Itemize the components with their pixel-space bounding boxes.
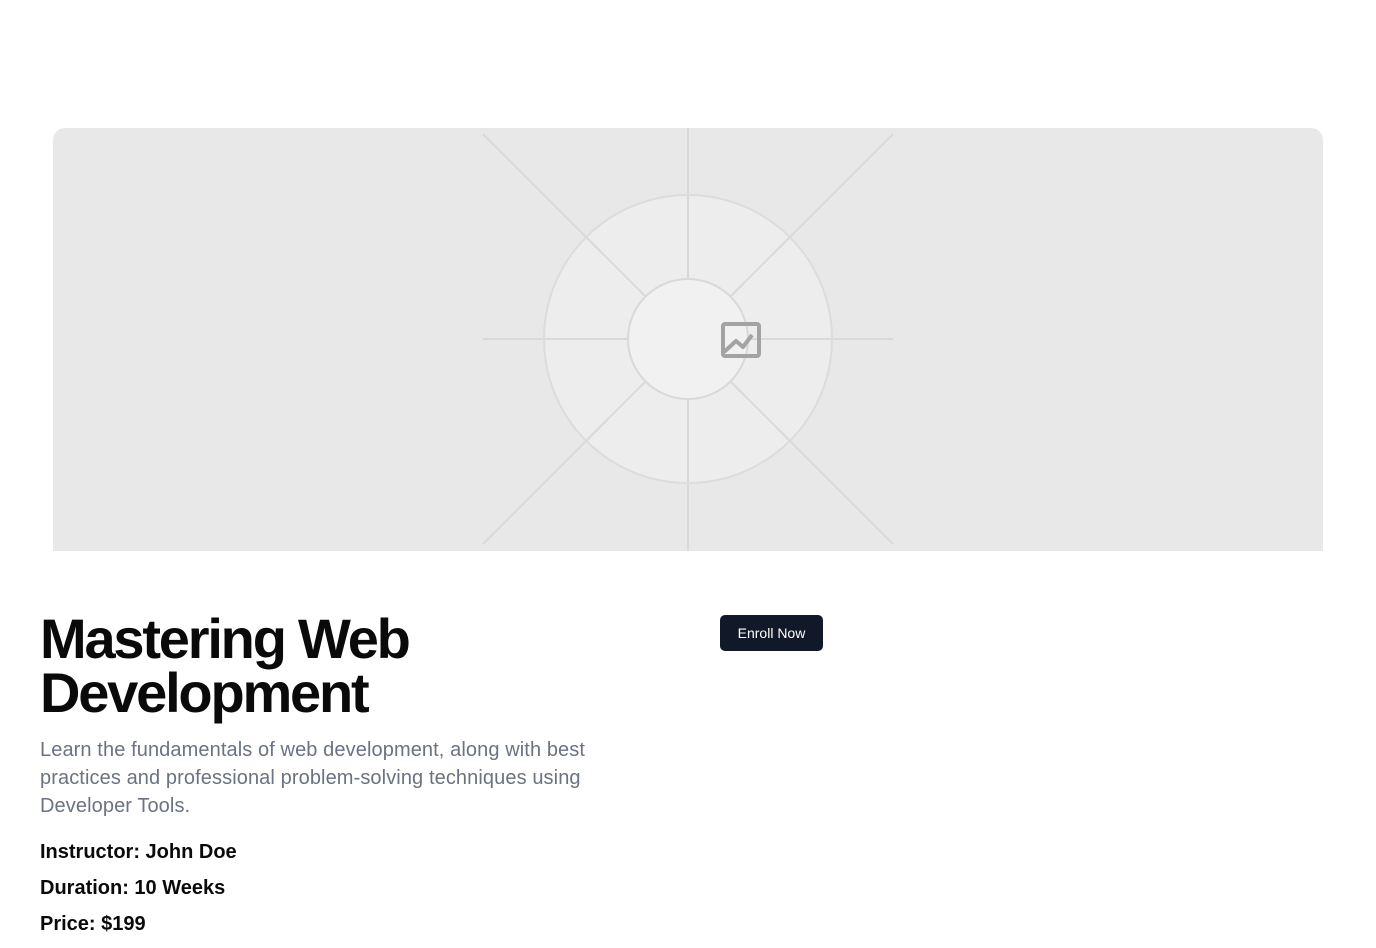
course-meta: Instructor: John Doe Duration: 10 Weeks … [40,834,660,942]
course-title-line-2: Development [40,661,370,724]
course-instructor: Instructor: John Doe [40,841,237,863]
course-price: Price: $199 [40,913,146,935]
course-hero-image [53,128,1323,551]
course-title: Mastering Web Development [40,611,660,721]
enroll-now-button[interactable]: Enroll Now [720,615,823,651]
course-details: Mastering Web Development Learn the fund… [40,611,660,942]
image-placeholder-icon [721,322,761,358]
course-duration: Duration: 10 Weeks [40,877,226,899]
placeholder-pattern [482,128,894,551]
course-description: Learn the fundamentals of web developmen… [40,739,586,817]
